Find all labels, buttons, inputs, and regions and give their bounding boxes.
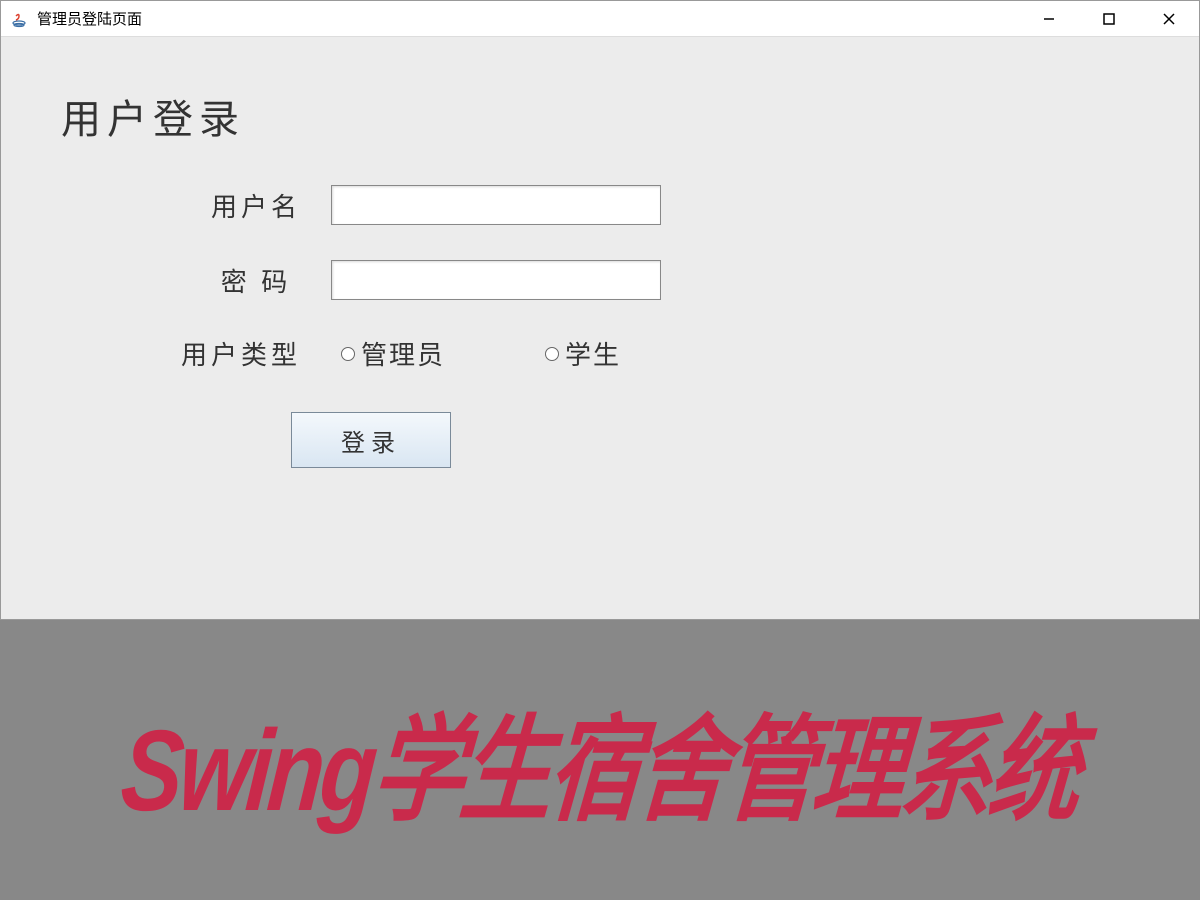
login-button[interactable]: 登录 [291,412,451,468]
window-body: 用户登录 用户名 密 码 用户类型 管理员 学生 登录 [1,37,1199,619]
maximize-button[interactable] [1079,1,1139,37]
page-title: 用户登录 [61,87,1139,145]
banner: Swing学生宿舍管理系统 [0,620,1200,900]
login-button-row: 登录 [61,412,1139,468]
password-row: 密 码 [61,260,1139,300]
radio-admin-label: 管理员 [361,335,445,372]
radio-icon [545,347,559,361]
user-type-row: 用户类型 管理员 学生 [61,335,1139,372]
close-button[interactable] [1139,1,1199,37]
window-controls [1019,1,1199,36]
user-type-label: 用户类型 [181,335,301,372]
password-input[interactable] [331,260,661,300]
banner-text: Swing学生宿舍管理系统 [116,677,1085,843]
titlebar-left: 管理员登陆页面 [1,8,142,29]
username-row: 用户名 [61,185,1139,225]
password-label: 密 码 [181,262,331,299]
login-window: 管理员登陆页面 用户登录 用户名 密 码 用户类型 [0,0,1200,620]
radio-student-label: 学生 [565,335,621,372]
java-icon [9,9,29,29]
radio-admin[interactable]: 管理员 [341,335,445,372]
window-title: 管理员登陆页面 [37,8,142,29]
username-input[interactable] [331,185,661,225]
username-label: 用户名 [181,187,331,224]
minimize-button[interactable] [1019,1,1079,37]
radio-icon [341,347,355,361]
radio-student[interactable]: 学生 [545,335,621,372]
titlebar: 管理员登陆页面 [1,1,1199,37]
